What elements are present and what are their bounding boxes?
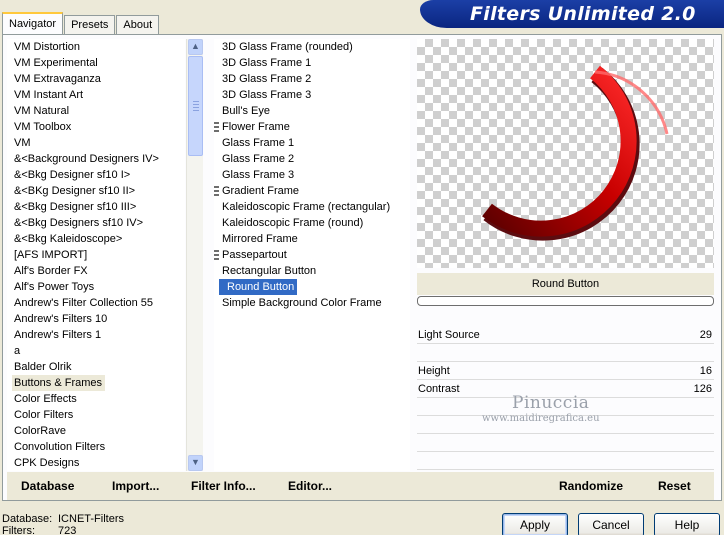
filter-item[interactable]: 3D Glass Frame (rounded) <box>214 39 410 55</box>
scroll-up-icon[interactable]: ▲ <box>188 39 203 55</box>
filter-item[interactable]: Flower Frame <box>214 119 410 135</box>
parameter-value: 29 <box>699 329 712 341</box>
filter-item[interactable]: Glass Frame 2 <box>214 151 410 167</box>
filter-item[interactable]: Kaleidoscopic Frame (round) <box>214 215 410 231</box>
filter-item[interactable]: 3D Glass Frame 2 <box>214 71 410 87</box>
category-item[interactable]: Alf's Power Toys <box>7 279 185 295</box>
tab-about[interactable]: About <box>116 15 160 34</box>
filter-item[interactable]: Kaleidoscopic Frame (rectangular) <box>214 199 410 215</box>
database-button[interactable]: Database <box>21 479 74 493</box>
filter-item[interactable]: Glass Frame 1 <box>214 135 410 151</box>
category-item[interactable]: VM Instant Art <box>7 87 185 103</box>
import-button[interactable]: Import... <box>112 479 159 493</box>
cancel-button[interactable]: Cancel <box>578 513 644 535</box>
category-item[interactable]: &<Background Designers IV> <box>7 151 185 167</box>
filter-item[interactable]: Glass Frame 3 <box>214 167 410 183</box>
category-item[interactable]: Andrew's Filter Collection 55 <box>7 295 185 311</box>
parameter-label: Light Source <box>418 329 480 341</box>
category-item[interactable]: &<Bkg Kaleidoscope> <box>7 231 185 247</box>
editor-button[interactable]: Editor... <box>288 479 332 493</box>
filter-item[interactable]: Simple Background Color Frame <box>214 295 410 311</box>
category-item[interactable]: a <box>7 343 185 359</box>
category-item[interactable]: Andrew's Filters 10 <box>7 311 185 327</box>
category-item[interactable]: Balder Olrik <box>7 359 185 375</box>
filter-item[interactable]: 3D Glass Frame 3 <box>214 87 410 103</box>
category-item[interactable]: Buttons & Frames <box>12 375 106 391</box>
category-item[interactable]: VM Extravaganza <box>7 71 185 87</box>
scroll-thumb[interactable] <box>188 56 203 156</box>
parameter-label: Height <box>418 365 450 377</box>
filter-item[interactable]: Mirrored Frame <box>214 231 410 247</box>
category-item[interactable]: ColorRave <box>7 423 185 439</box>
category-item[interactable]: VM <box>7 135 185 151</box>
database-value: ICNET-Filters <box>58 513 124 525</box>
parameter-value: 126 <box>693 383 712 395</box>
category-item[interactable]: VM Distortion <box>7 39 185 55</box>
filter-list[interactable]: 3D Glass Frame (rounded) 3D Glass Frame 1… <box>214 39 410 471</box>
category-item[interactable]: VM Toolbox <box>7 119 185 135</box>
watermark-title: Pinuccia <box>512 393 590 413</box>
parameter-row[interactable]: Light Source 29 <box>417 326 714 344</box>
tab-navigator[interactable]: Navigator <box>2 12 64 34</box>
category-item[interactable]: &<Bkg Designer sf10 I> <box>7 167 185 183</box>
parameter-row-empty <box>417 434 714 452</box>
round-button-preview <box>482 65 669 241</box>
help-button[interactable]: Help <box>654 513 720 535</box>
filter-name-display: Round Button <box>417 273 714 295</box>
category-item[interactable]: CPK Designs <box>7 455 185 471</box>
parameter-label: Contrast <box>418 383 460 395</box>
preview-canvas <box>417 39 714 268</box>
filter-item[interactable]: Round Button <box>219 279 298 295</box>
parameter-value: 16 <box>699 365 712 377</box>
category-item[interactable]: &<Bkg Designers sf10 IV> <box>7 215 185 231</box>
watermark-url: www.maidiregrafica.eu <box>482 413 600 424</box>
category-item[interactable]: [AFS IMPORT] <box>7 247 185 263</box>
tab-bar: Navigator Presets About <box>2 12 160 34</box>
progress-bar <box>417 296 714 306</box>
category-item[interactable]: &<Bkg Designer sf10 III> <box>7 199 185 215</box>
parameter-row[interactable] <box>417 344 714 362</box>
reset-button[interactable]: Reset <box>658 479 691 493</box>
category-item[interactable]: Alf's Border FX <box>7 263 185 279</box>
filters-count-value: 723 <box>58 525 77 535</box>
category-item[interactable]: Color Filters <box>7 407 185 423</box>
filter-info-button[interactable]: Filter Info... <box>191 479 256 493</box>
category-item[interactable]: Color Effects <box>7 391 185 407</box>
tab-presets[interactable]: Presets <box>64 15 116 34</box>
database-info: Database: ICNET-Filters Filters: 723 <box>2 513 124 535</box>
filter-item[interactable]: Bull's Eye <box>214 103 410 119</box>
filter-item[interactable]: Passepartout <box>214 247 410 263</box>
category-item[interactable]: Convolution Filters <box>7 439 185 455</box>
grip-icon <box>193 101 199 113</box>
parameter-row[interactable]: Height 16 <box>417 362 714 380</box>
parameter-row-empty <box>417 452 714 470</box>
filters-count-label: Filters: <box>2 525 35 535</box>
category-item[interactable]: Andrew's Filters 1 <box>7 327 185 343</box>
filter-item[interactable]: 3D Glass Frame 1 <box>214 55 410 71</box>
apply-button[interactable]: Apply <box>502 513 568 535</box>
filter-item[interactable]: Rectangular Button <box>214 263 410 279</box>
database-label: Database: <box>2 513 53 525</box>
app-title: Filters Unlimited 2.0 <box>470 3 696 25</box>
category-item[interactable]: &<BKg Designer sf10 II> <box>7 183 185 199</box>
category-item[interactable]: VM Natural <box>7 103 185 119</box>
category-scrollbar[interactable]: ▲ ▼ <box>186 39 203 471</box>
filter-item[interactable]: Gradient Frame <box>214 183 410 199</box>
scroll-down-icon[interactable]: ▼ <box>188 455 203 471</box>
category-list[interactable]: VM Distortion VM Experimental VM Extravaga… <box>7 39 185 471</box>
category-item[interactable]: VM Experimental <box>7 55 185 71</box>
randomize-button[interactable]: Randomize <box>559 479 623 493</box>
